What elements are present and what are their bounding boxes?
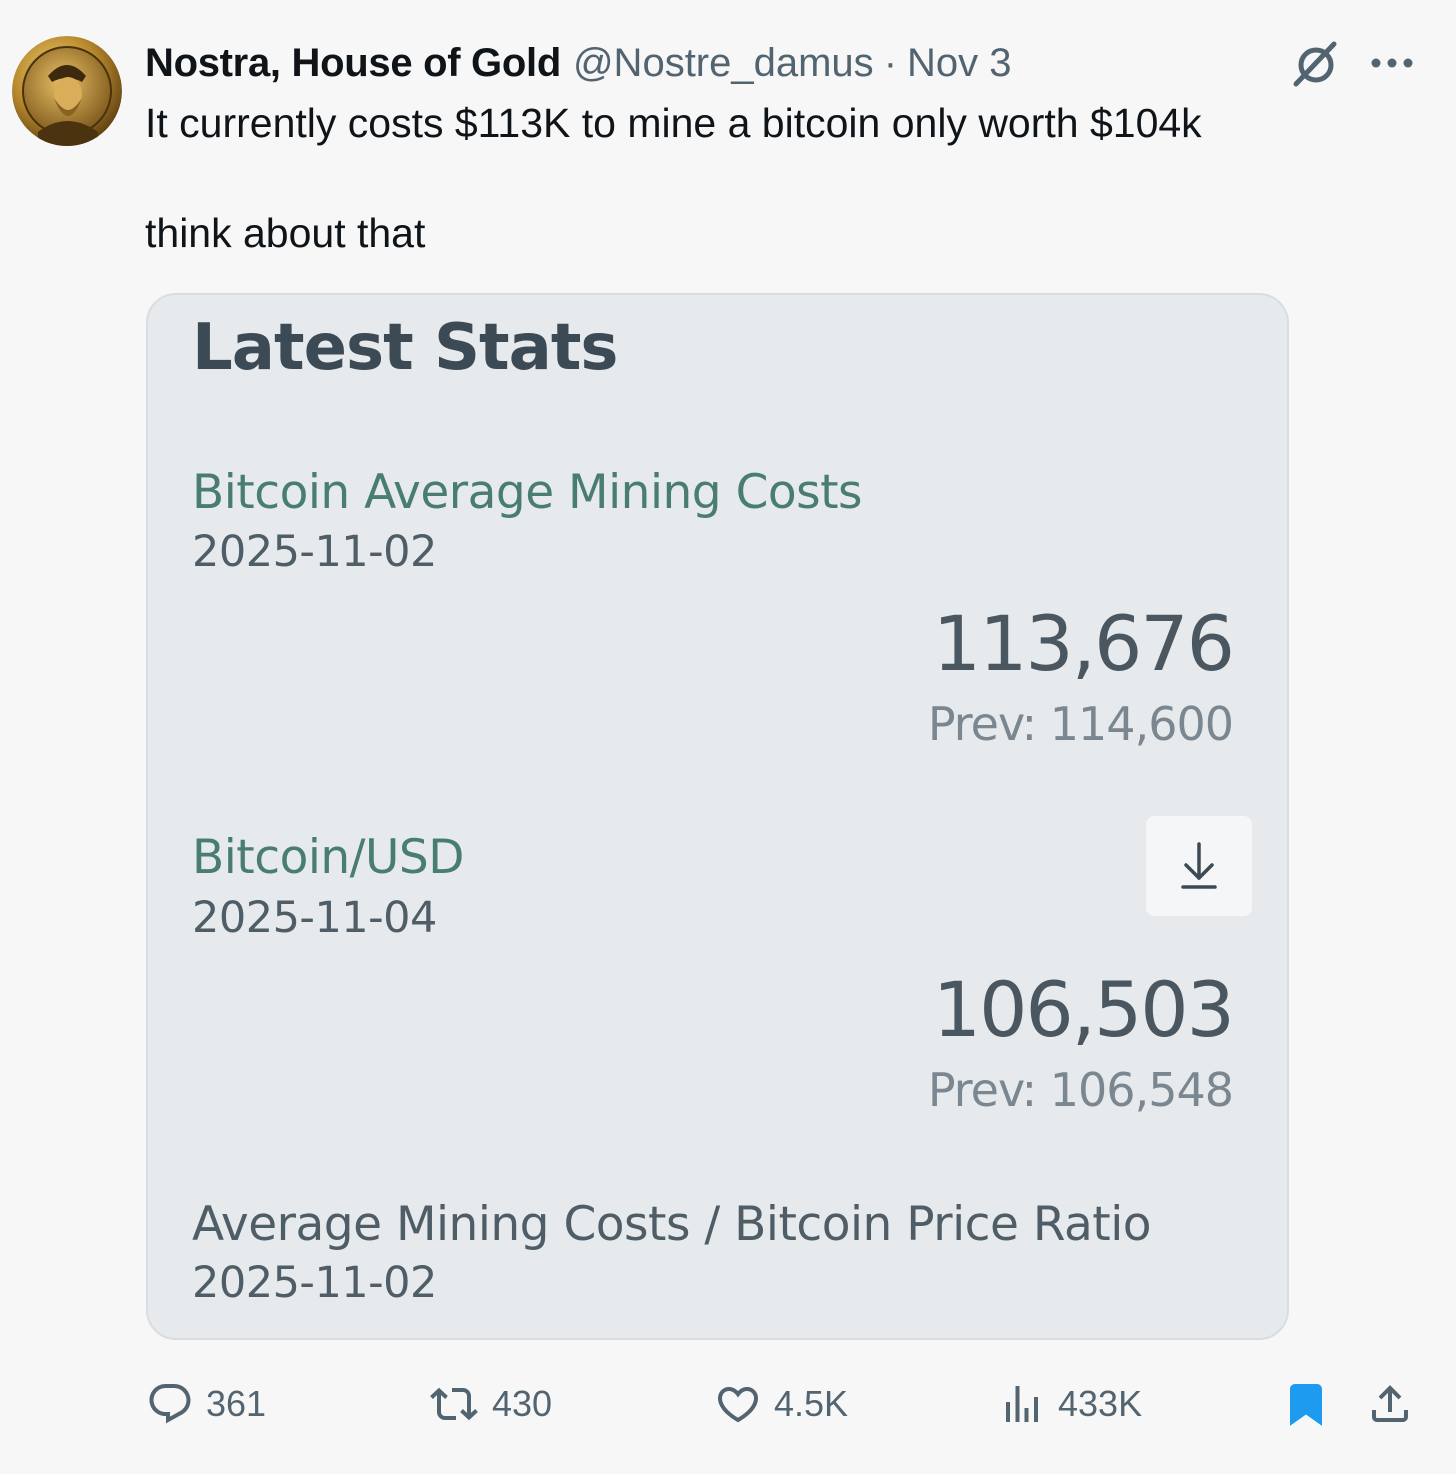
views-button[interactable]: 433K [998,1372,1142,1436]
like-button[interactable]: 4.5K [714,1372,848,1436]
reply-button[interactable]: 361 [146,1372,266,1436]
header-separator: · [883,41,898,85]
reply-icon [149,1384,191,1424]
gold-coin-avatar-image [12,36,122,146]
views-count: 433K [1058,1383,1143,1424]
like-count: 4.5K [774,1383,849,1424]
stat-date-bitcoin-usd: 2025-11-04 [192,893,437,943]
download-arrow-icon [1181,842,1217,889]
heart-icon [717,1387,759,1423]
stat-label-mining-costs: Bitcoin Average Mining Costs [192,465,863,520]
stat-prev-bitcoin-usd: Prev: 106,548 [927,1063,1234,1117]
repost-icon [430,1387,478,1421]
card-title: Latest Stats [192,311,618,385]
post-date[interactable]: Nov 3 [907,38,1012,88]
post-header: Nostra, House of Gold @Nostre_damus · No… [145,38,1012,88]
stat-value-bitcoin-usd: 106,503 [932,965,1235,1054]
stat-date-mining-costs: 2025-11-02 [192,527,437,577]
author-name[interactable]: Nostra, House of Gold [145,38,561,88]
attached-image-card[interactable]: Latest Stats Bitcoin Average Mining Cost… [146,293,1289,1340]
bar-chart-icon [1006,1386,1038,1422]
grok-icon[interactable] [1290,40,1342,88]
repost-button[interactable]: 430 [428,1372,552,1436]
share-icon [1372,1385,1408,1422]
stat-date-cost-price-ratio: 2025-11-02 [192,1258,437,1308]
post-action-bar: 361 430 4.5K 433K [0,1372,1456,1436]
stat-label-cost-price-ratio: Average Mining Costs / Bitcoin Price Rat… [192,1197,1152,1252]
stat-prev-mining-costs: Prev: 114,600 [927,697,1234,751]
share-button[interactable] [1366,1372,1414,1436]
stat-label-bitcoin-usd: Bitcoin/USD [192,830,464,885]
more-options-icon[interactable] [1368,48,1416,78]
reply-count: 361 [206,1383,267,1424]
post-text-line-1: It currently costs $113K to mine a bitco… [145,100,1202,146]
repost-count: 430 [492,1383,553,1424]
author-avatar[interactable] [12,36,122,146]
download-button[interactable] [1146,816,1252,916]
post-text-line-2: think about that [145,210,426,256]
stat-value-mining-costs: 113,676 [932,599,1235,688]
bookmark-icon [1290,1384,1322,1426]
bookmark-button[interactable] [1282,1372,1330,1436]
author-handle[interactable]: @Nostre_damus [573,38,874,88]
